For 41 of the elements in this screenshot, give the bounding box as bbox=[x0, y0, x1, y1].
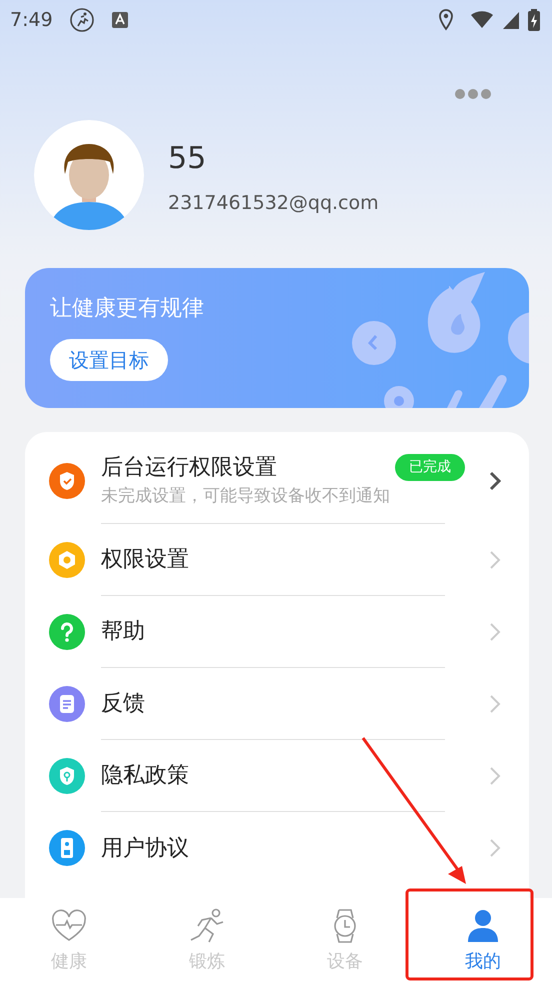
running-icon bbox=[68, 7, 95, 33]
menu-item-title: 帮助 bbox=[101, 618, 146, 646]
status-badge: 已完成 bbox=[395, 454, 465, 482]
set-goal-button[interactable]: 设置目标 bbox=[50, 339, 168, 381]
menu-item[interactable]: 后台运行权限设置 已完成 未完成设置，可能导致设备收不到通知 bbox=[25, 438, 529, 524]
menu-item[interactable]: 用户协议 bbox=[25, 812, 529, 884]
person-icon bbox=[465, 908, 501, 944]
menu-item-title: 后台运行权限设置 bbox=[101, 454, 278, 482]
shield-icon bbox=[49, 758, 85, 794]
chevron-right-icon bbox=[489, 550, 501, 570]
status-time: 7:49 bbox=[10, 8, 53, 33]
banner-title: 让健康更有规律 bbox=[50, 295, 205, 323]
user-name: 55 bbox=[168, 140, 208, 178]
location-icon bbox=[438, 9, 454, 31]
chevron-right-icon bbox=[489, 471, 501, 491]
menu-item-title: 反馈 bbox=[101, 690, 146, 718]
menu-item[interactable]: 权限设置 bbox=[25, 524, 529, 596]
user-email: 2317461532@qq.com bbox=[168, 191, 379, 216]
chevron-right-icon bbox=[489, 622, 501, 642]
menu-item[interactable]: 帮助 bbox=[25, 596, 529, 668]
help-icon bbox=[49, 614, 85, 650]
chevron-right-icon bbox=[489, 766, 501, 786]
tab[interactable]: 我的 bbox=[414, 898, 552, 984]
heart-rate-icon bbox=[51, 908, 87, 944]
chevron-right-icon bbox=[489, 838, 501, 858]
chevron-right-icon bbox=[489, 694, 501, 714]
menu-item[interactable]: 反馈 bbox=[25, 668, 529, 740]
menu-item-title: 权限设置 bbox=[101, 546, 190, 574]
menu-item[interactable]: 隐私政策 bbox=[25, 740, 529, 812]
running-icon bbox=[189, 908, 225, 944]
keyboard-icon bbox=[110, 11, 129, 29]
id-card-icon bbox=[49, 830, 85, 866]
wifi-icon bbox=[470, 11, 494, 29]
more-icon[interactable] bbox=[454, 88, 492, 100]
menu-item-title: 隐私政策 bbox=[101, 762, 190, 790]
menu-item-title: 用户协议 bbox=[101, 834, 190, 862]
shield-check-icon bbox=[49, 463, 85, 499]
document-icon bbox=[49, 686, 85, 722]
signal-icon bbox=[502, 11, 520, 29]
menu-item-subtitle: 未完成设置，可能导致设备收不到通知 bbox=[101, 485, 391, 508]
battery-icon bbox=[528, 9, 540, 31]
